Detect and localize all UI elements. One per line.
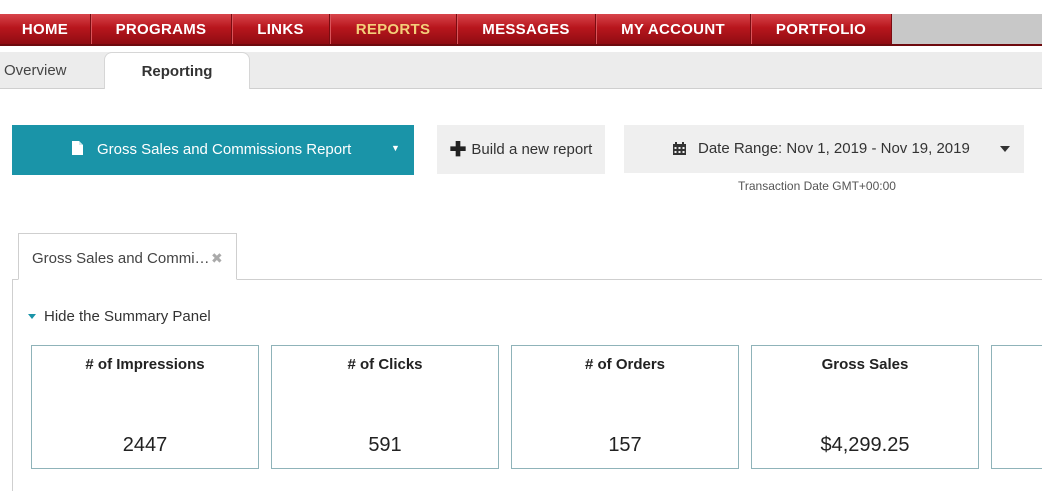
date-range-dropdown[interactable]: Date Range: Nov 1, 2019 - Nov 19, 2019 bbox=[624, 125, 1024, 173]
caret-down-icon: ▼ bbox=[391, 143, 400, 153]
timezone-note: Transaction Date GMT+00:00 bbox=[738, 179, 896, 193]
document-icon bbox=[72, 141, 83, 155]
card-value: 157 bbox=[608, 434, 642, 456]
summary-card-impressions: # of Impressions 2447 bbox=[31, 345, 259, 469]
caret-down-icon bbox=[1000, 146, 1010, 152]
summary-panel-toggle[interactable]: Hide the Summary Panel bbox=[28, 308, 211, 325]
report-tab[interactable]: Gross Sales and Commi… ✖ bbox=[18, 233, 237, 280]
card-value: $4,299.25 bbox=[820, 434, 910, 456]
build-new-report-button[interactable]: ✚ Build a new report bbox=[437, 125, 605, 174]
summary-card-partial bbox=[991, 345, 1042, 469]
nav-programs[interactable]: PROGRAMS bbox=[91, 14, 232, 44]
report-tab-label: Gross Sales and Commi… bbox=[32, 250, 210, 267]
tab-reporting[interactable]: Reporting bbox=[104, 52, 250, 89]
card-title: # of Orders bbox=[584, 356, 666, 373]
plus-icon: ✚ bbox=[449, 138, 467, 161]
card-title: Gross Sales bbox=[821, 356, 909, 373]
build-new-report-label: Build a new report bbox=[471, 141, 593, 158]
nav-filler bbox=[892, 14, 1042, 44]
summary-toggle-label: Hide the Summary Panel bbox=[44, 308, 211, 325]
triangle-down-icon bbox=[28, 314, 36, 319]
panel-border bbox=[12, 279, 13, 491]
card-value: 591 bbox=[368, 434, 402, 456]
calendar-icon bbox=[673, 142, 686, 155]
card-title: # of Impressions bbox=[85, 356, 205, 373]
report-select-label: Gross Sales and Commissions Report bbox=[97, 141, 352, 158]
close-icon[interactable]: ✖ bbox=[211, 250, 223, 267]
summary-card-orders: # of Orders 157 bbox=[511, 345, 739, 469]
nav-portfolio[interactable]: PORTFOLIO bbox=[751, 14, 892, 44]
card-value: 2447 bbox=[122, 434, 168, 456]
card-title: # of Clicks bbox=[347, 356, 423, 373]
summary-card-gross-sales: Gross Sales $4,299.25 bbox=[751, 345, 979, 469]
date-range-label: Date Range: Nov 1, 2019 - Nov 19, 2019 bbox=[698, 140, 970, 157]
nav-home[interactable]: HOME bbox=[0, 14, 91, 44]
tab-overview[interactable]: Overview bbox=[4, 52, 67, 88]
top-nav: HOME PROGRAMS LINKS REPORTS MESSAGES MY … bbox=[0, 14, 1042, 46]
nav-links[interactable]: LINKS bbox=[232, 14, 330, 44]
summary-card-clicks: # of Clicks 591 bbox=[271, 345, 499, 469]
nav-messages[interactable]: MESSAGES bbox=[457, 14, 596, 44]
report-select-dropdown[interactable]: Gross Sales and Commissions Report ▼ bbox=[12, 125, 414, 175]
sub-tab-bar: Overview Reporting bbox=[0, 52, 1042, 89]
nav-reports[interactable]: REPORTS bbox=[330, 14, 457, 44]
nav-my-account[interactable]: MY ACCOUNT bbox=[596, 14, 751, 44]
